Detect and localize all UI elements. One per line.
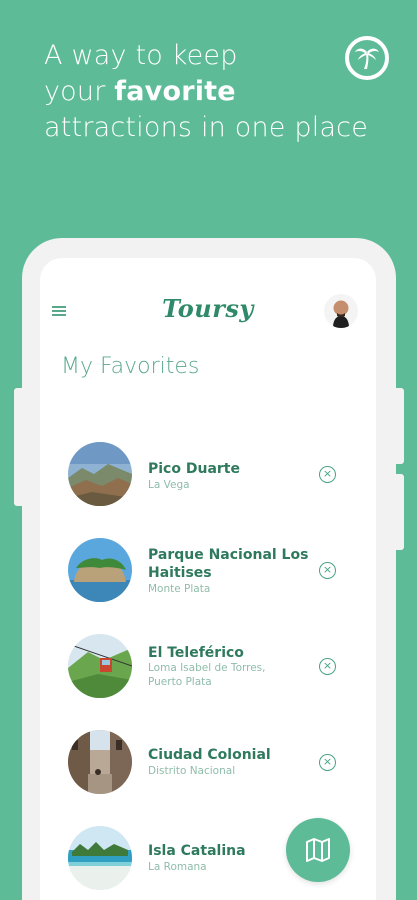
- phone-side-button-right-2: [392, 474, 404, 550]
- favorite-location: Distrito Nacional: [148, 765, 236, 777]
- favorite-item-isla-catalina[interactable]: Isla Catalina La Romana: [0, 826, 336, 900]
- promo-line-1: A way to keep: [44, 40, 238, 71]
- map-icon: [306, 838, 330, 862]
- avatar[interactable]: [324, 294, 358, 328]
- favorite-name: El Teleférico: [148, 645, 244, 661]
- palm-tree-icon: [345, 36, 389, 80]
- close-circle-icon[interactable]: ×: [319, 562, 336, 579]
- promo-headline: A way to keep your favorite attractions …: [44, 38, 374, 146]
- los-haitises-photo: [68, 538, 132, 602]
- isla-catalina-photo: [68, 826, 132, 890]
- promo-line-3: attractions in one place: [44, 112, 369, 143]
- close-circle-icon[interactable]: ×: [319, 466, 336, 483]
- pico-duarte-photo: [68, 442, 132, 506]
- favorite-name: Pico Duarte: [148, 461, 240, 477]
- promo-line-2-bold: favorite: [114, 76, 236, 107]
- promo-line-2: your favorite: [44, 74, 374, 110]
- close-circle-icon[interactable]: ×: [319, 754, 336, 771]
- favorite-item-los-haitises[interactable]: Parque Nacional Los Haitises Monte Plata…: [0, 538, 336, 618]
- favorite-location: La Vega: [148, 479, 190, 491]
- el-teleferico-photo: [68, 634, 132, 698]
- favorite-item-pico-duarte[interactable]: Pico Duarte La Vega ×: [0, 442, 336, 522]
- page-title: My Favorites: [61, 354, 200, 379]
- favorite-location: Loma Isabel de Torres, Puerto Plata: [148, 662, 266, 688]
- favorite-name: Ciudad Colonial: [148, 747, 271, 763]
- promo-line-2-prefix: your: [44, 76, 115, 107]
- map-button[interactable]: [286, 818, 350, 882]
- ciudad-colonial-photo: [68, 730, 132, 794]
- favorite-location: Monte Plata: [148, 583, 211, 595]
- favorite-name: Parque Nacional Los Haitises: [148, 547, 309, 581]
- favorite-item-ciudad-colonial[interactable]: Ciudad Colonial Distrito Nacional ×: [0, 730, 336, 810]
- favorite-item-el-teleferico[interactable]: El Teleférico Loma Isabel de Torres, Pue…: [0, 634, 336, 714]
- phone-side-button-right-1: [392, 388, 404, 464]
- close-circle-icon[interactable]: ×: [319, 658, 336, 675]
